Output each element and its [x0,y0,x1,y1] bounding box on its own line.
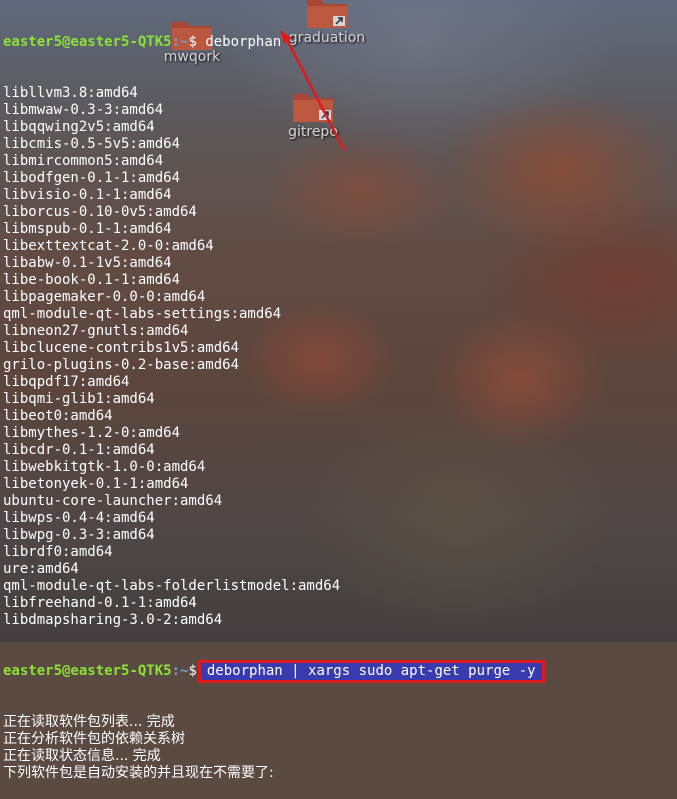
package-line: librdf0:amd64 [3,544,113,560]
output-line: 下列软件包是自动安装的并且现在不需要了: [3,765,274,781]
package-line: liborcus-0.10-0v5:amd64 [3,204,197,220]
package-line: qml-module-qt-labs-settings:amd64 [3,306,282,322]
package-line: libvisio-0.1-1:amd64 [3,187,172,203]
package-line: libexttextcat-2.0-0:amd64 [3,238,214,254]
package-line: libodfgen-0.1-1:amd64 [3,170,181,186]
package-line: qml-module-qt-labs-folderlistmodel:amd64 [3,578,341,594]
package-line: libdmapsharing-3.0-2:amd64 [3,612,223,628]
output-line: 正在读取软件包列表... 完成 [3,714,175,730]
package-line: libmwaw-0.3-3:amd64 [3,102,164,118]
terminal-window[interactable]: easter5@easter5-QTK5:~$ deborphan libllv… [0,0,677,781]
command-text: deborphan [205,34,282,50]
output-list: 正在读取软件包列表... 完成 正在分析软件包的依赖关系树 正在读取状态信息... … [0,714,677,782]
package-line: libllvm3.8:amd64 [3,85,138,101]
package-line: libcdr-0.1-1:amd64 [3,442,155,458]
package-line: libwpg-0.3-3:amd64 [3,527,155,543]
output-line: 正在读取状态信息... 完成 [3,748,161,764]
package-line: libmircommon5:amd64 [3,153,164,169]
prompt-user-host: easter5@easter5-QTK5 [3,663,172,679]
package-line: libeot0:amd64 [3,408,113,424]
package-line: libqmi-glib1:amd64 [3,391,155,407]
prompt-symbol: $ [188,663,197,679]
package-line: libe-book-0.1-1:amd64 [3,272,181,288]
package-line: libneon27-gnutls:amd64 [3,323,189,339]
prompt-line: easter5@easter5-QTK5:~$ deborphan [0,34,677,51]
highlighted-command: deborphan | xargs sudo apt-get purge -y [197,660,545,683]
package-line: grilo-plugins-0.2-base:amd64 [3,357,240,373]
package-line: libcmis-0.5-5v5:amd64 [3,136,181,152]
package-line: libfreehand-0.1-1:amd64 [3,595,197,611]
prompt-path: :~ [171,34,189,50]
second-prompt-line: easter5@easter5-QTK5:~$ deborphan | xargs… [0,660,677,683]
package-line: libqpdf17:amd64 [3,374,130,390]
prompt-user-host: easter5@easter5-QTK5 [3,34,172,50]
output-line: 正在分析软件包的依赖关系树 [3,731,185,747]
prompt-path: :~ [171,663,189,679]
package-line: libetonyek-0.1-1:amd64 [3,476,189,492]
package-line: libabw-0.1-1v5:amd64 [3,255,172,271]
package-list: libllvm3.8:amd64 libmwaw-0.3-3:amd64 libqq… [0,85,677,629]
package-line: libwebkitgtk-1.0-0:amd64 [3,459,206,475]
package-line: libwps-0.4-4:amd64 [3,510,155,526]
package-line: libqqwing2v5:amd64 [3,119,155,135]
package-line: libmythes-1.2-0:amd64 [3,425,181,441]
prompt-symbol: $ [188,34,197,50]
package-line: libmspub-0.1-1:amd64 [3,221,172,237]
package-line: libpagemaker-0.0-0:amd64 [3,289,206,305]
package-line: libclucene-contribs1v5:amd64 [3,340,240,356]
package-line: ure:amd64 [3,561,79,577]
package-line: ubuntu-core-launcher:amd64 [3,493,223,509]
